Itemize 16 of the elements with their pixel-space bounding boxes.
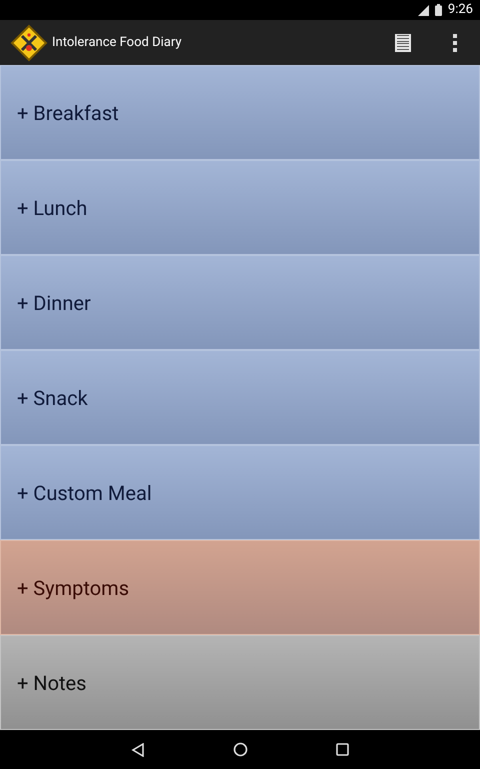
app-title: Intolerance Food Diary xyxy=(52,34,182,52)
overflow-menu-icon[interactable] xyxy=(453,34,457,52)
section-button[interactable]: + Notes xyxy=(0,635,480,730)
section-button[interactable]: + Dinner xyxy=(0,255,480,350)
section-button[interactable]: + Breakfast xyxy=(0,65,480,160)
section-button[interactable]: + Lunch xyxy=(0,160,480,255)
section-button[interactable]: + Snack xyxy=(0,350,480,445)
signal-icon xyxy=(416,4,429,16)
recents-icon[interactable] xyxy=(336,743,349,756)
section-button[interactable]: + Symptoms xyxy=(0,540,480,635)
clock: 9:26 xyxy=(448,1,473,20)
back-icon[interactable] xyxy=(131,742,145,756)
list-icon[interactable] xyxy=(395,34,411,52)
home-icon[interactable] xyxy=(233,742,248,757)
battery-icon xyxy=(434,4,442,16)
section-button[interactable]: + Custom Meal xyxy=(0,445,480,540)
